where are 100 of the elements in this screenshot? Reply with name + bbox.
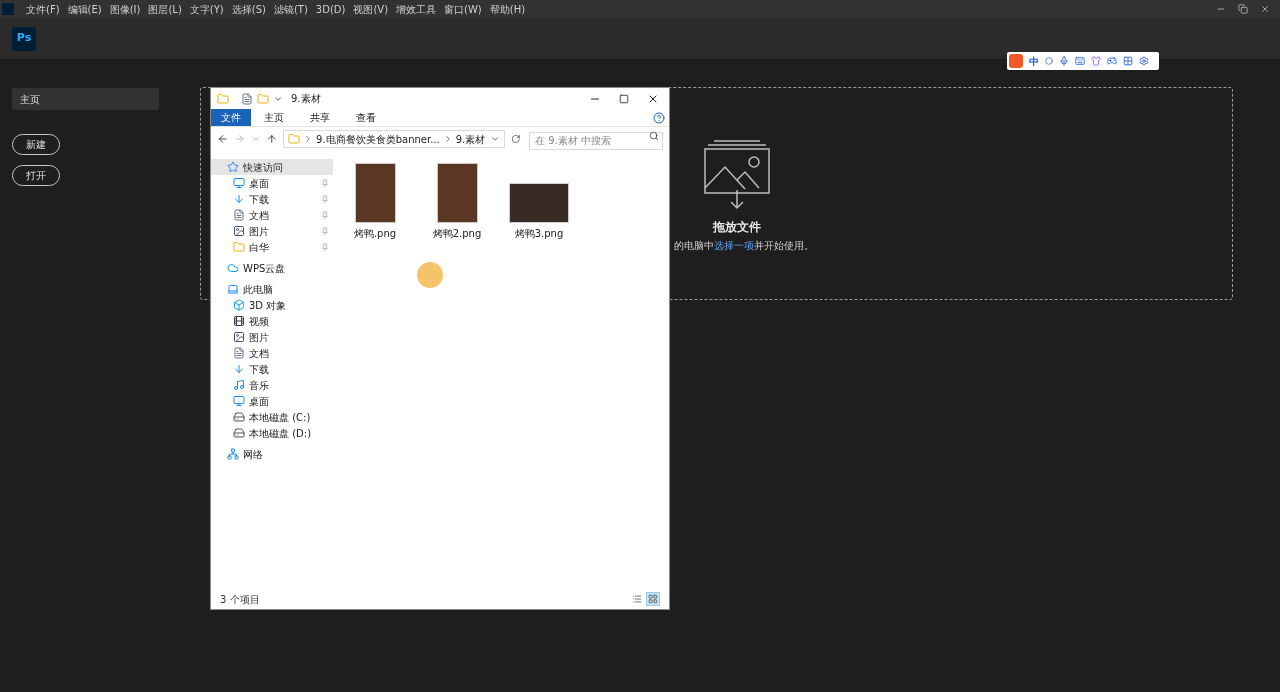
- music-note-icon: [233, 379, 245, 391]
- maximize-icon[interactable]: [619, 93, 629, 104]
- photo-placeholder: [354, 163, 396, 223]
- app-logo: Ps: [12, 26, 36, 51]
- menu-item[interactable]: 视图(V): [349, 1, 393, 17]
- pin-icon[interactable]: [321, 227, 329, 235]
- nav-item[interactable]: 音乐: [211, 377, 333, 393]
- view-toggle[interactable]: [646, 592, 660, 606]
- menu-item[interactable]: 帮助(H): [485, 1, 530, 17]
- nav-item[interactable]: 图片: [211, 329, 333, 345]
- nav-item[interactable]: 文档: [211, 345, 333, 361]
- ime-logo-icon: [1009, 54, 1023, 68]
- microphone-icon[interactable]: [1059, 56, 1069, 66]
- ribbon-tab[interactable]: 查看: [346, 109, 386, 126]
- folder-icon: [217, 92, 229, 105]
- film-icon: [233, 315, 245, 327]
- settings-icon[interactable]: [1139, 56, 1149, 66]
- window-title: 9.素材: [291, 92, 321, 106]
- nav-item[interactable]: 3D 对象: [211, 297, 333, 313]
- picture-icon: [233, 225, 245, 237]
- menu-item[interactable]: 文字(Y): [185, 1, 228, 17]
- nav-item[interactable]: 网络: [211, 446, 333, 462]
- folder-icon: [233, 241, 245, 253]
- app-icon: [2, 3, 14, 15]
- ribbon-tab[interactable]: 主页: [254, 109, 294, 126]
- computer-icon: [227, 283, 239, 295]
- menu-item[interactable]: 图像(I): [105, 1, 145, 17]
- status-text: 3 个项目: [220, 592, 260, 607]
- nav-item[interactable]: 视频: [211, 313, 333, 329]
- nav-item[interactable]: 白华: [211, 239, 333, 255]
- desktop-icon: [233, 177, 245, 189]
- nav-item[interactable]: 快速访问: [211, 159, 333, 175]
- menu-item[interactable]: 文件(F): [22, 1, 64, 17]
- grid-icon[interactable]: [1123, 56, 1133, 66]
- picture-icon: [233, 331, 245, 343]
- shirt-icon[interactable]: [1091, 56, 1101, 66]
- address-bar[interactable]: 9.电商餐饮美食类banner... 9.素材: [283, 130, 506, 148]
- caret-icon[interactable]: [490, 134, 501, 144]
- forward-icon[interactable]: [234, 133, 246, 145]
- drive-icon: [233, 411, 245, 423]
- pin-icon[interactable]: [321, 195, 329, 203]
- menu-item[interactable]: 增效工具: [392, 1, 441, 17]
- search-field[interactable]: 在 9.素材 中搜索: [529, 131, 663, 150]
- cube-icon: [233, 299, 245, 311]
- properties-icon[interactable]: [241, 92, 253, 105]
- photo-placeholder: [436, 163, 478, 223]
- drive-icon: [233, 427, 245, 439]
- image-upload-icon: [701, 140, 772, 210]
- caret-icon[interactable]: [251, 135, 260, 143]
- keyboard-icon[interactable]: [1075, 56, 1085, 66]
- file-item[interactable]: 烤鸭2.png: [425, 161, 489, 241]
- nav-item[interactable]: 本地磁盘 (D:): [211, 425, 333, 441]
- back-icon[interactable]: [217, 133, 229, 145]
- folder-icon: [288, 133, 301, 145]
- sidebar-item[interactable]: 主页: [12, 88, 159, 110]
- menu-item[interactable]: 选择(S): [227, 1, 270, 17]
- nav-item[interactable]: 下载: [211, 361, 333, 377]
- nav-item[interactable]: 本地磁盘 (C:): [211, 409, 333, 425]
- pin-icon[interactable]: [321, 179, 329, 187]
- ime-mode[interactable]: 中: [1029, 53, 1039, 69]
- menu-item[interactable]: 窗口(W): [440, 1, 486, 17]
- nav-item[interactable]: WPS云盘: [211, 260, 333, 276]
- search-icon: [649, 131, 659, 141]
- pin-icon[interactable]: [321, 243, 329, 251]
- menu-item[interactable]: 图层(L): [144, 1, 186, 17]
- file-item[interactable]: 烤鸭.png: [343, 161, 407, 241]
- nav-item[interactable]: 文档: [211, 207, 333, 223]
- menu-item[interactable]: 编辑(E): [63, 1, 106, 17]
- restore-icon[interactable]: [1238, 4, 1248, 14]
- refresh-icon[interactable]: [511, 134, 521, 144]
- ribbon-tab[interactable]: 共享: [300, 109, 340, 126]
- star-icon: [227, 161, 239, 173]
- nav-item[interactable]: 桌面: [211, 393, 333, 409]
- nav-item[interactable]: 此电脑: [211, 281, 333, 297]
- drop-title: 拖放文件: [712, 219, 761, 236]
- up-icon[interactable]: [265, 133, 278, 145]
- menu-item[interactable]: 滤镜(T): [269, 1, 312, 17]
- breadcrumb-item[interactable]: 9.素材: [455, 131, 486, 147]
- nav-item[interactable]: 下载: [211, 191, 333, 207]
- breadcrumb-item[interactable]: 9.电商餐饮美食类banner...: [316, 131, 440, 147]
- drop-hint: 的电脑中: [673, 240, 714, 251]
- nav-item[interactable]: 桌面: [211, 175, 333, 191]
- document-icon: [233, 209, 245, 221]
- photo-placeholder: [509, 183, 569, 223]
- view-toggle[interactable]: [630, 592, 644, 606]
- pin-icon[interactable]: [321, 211, 329, 219]
- menu-item[interactable]: 3D(D): [311, 1, 350, 17]
- choose-link[interactable]: 选择一项: [713, 240, 754, 251]
- network-icon: [227, 448, 239, 460]
- download-arrow-icon: [233, 363, 245, 375]
- desktop-icon: [233, 395, 245, 407]
- help-icon[interactable]: [653, 111, 665, 124]
- gamepad-icon[interactable]: [1107, 56, 1117, 66]
- download-arrow-icon: [233, 193, 245, 205]
- ribbon-tab[interactable]: 文件: [211, 109, 251, 126]
- nav-item[interactable]: 图片: [211, 223, 333, 239]
- file-item[interactable]: 烤鸭3.png: [507, 161, 571, 241]
- document-icon: [233, 347, 245, 359]
- drop-hint: 并开始使用。: [753, 240, 814, 251]
- cloud-icon: [227, 262, 239, 274]
